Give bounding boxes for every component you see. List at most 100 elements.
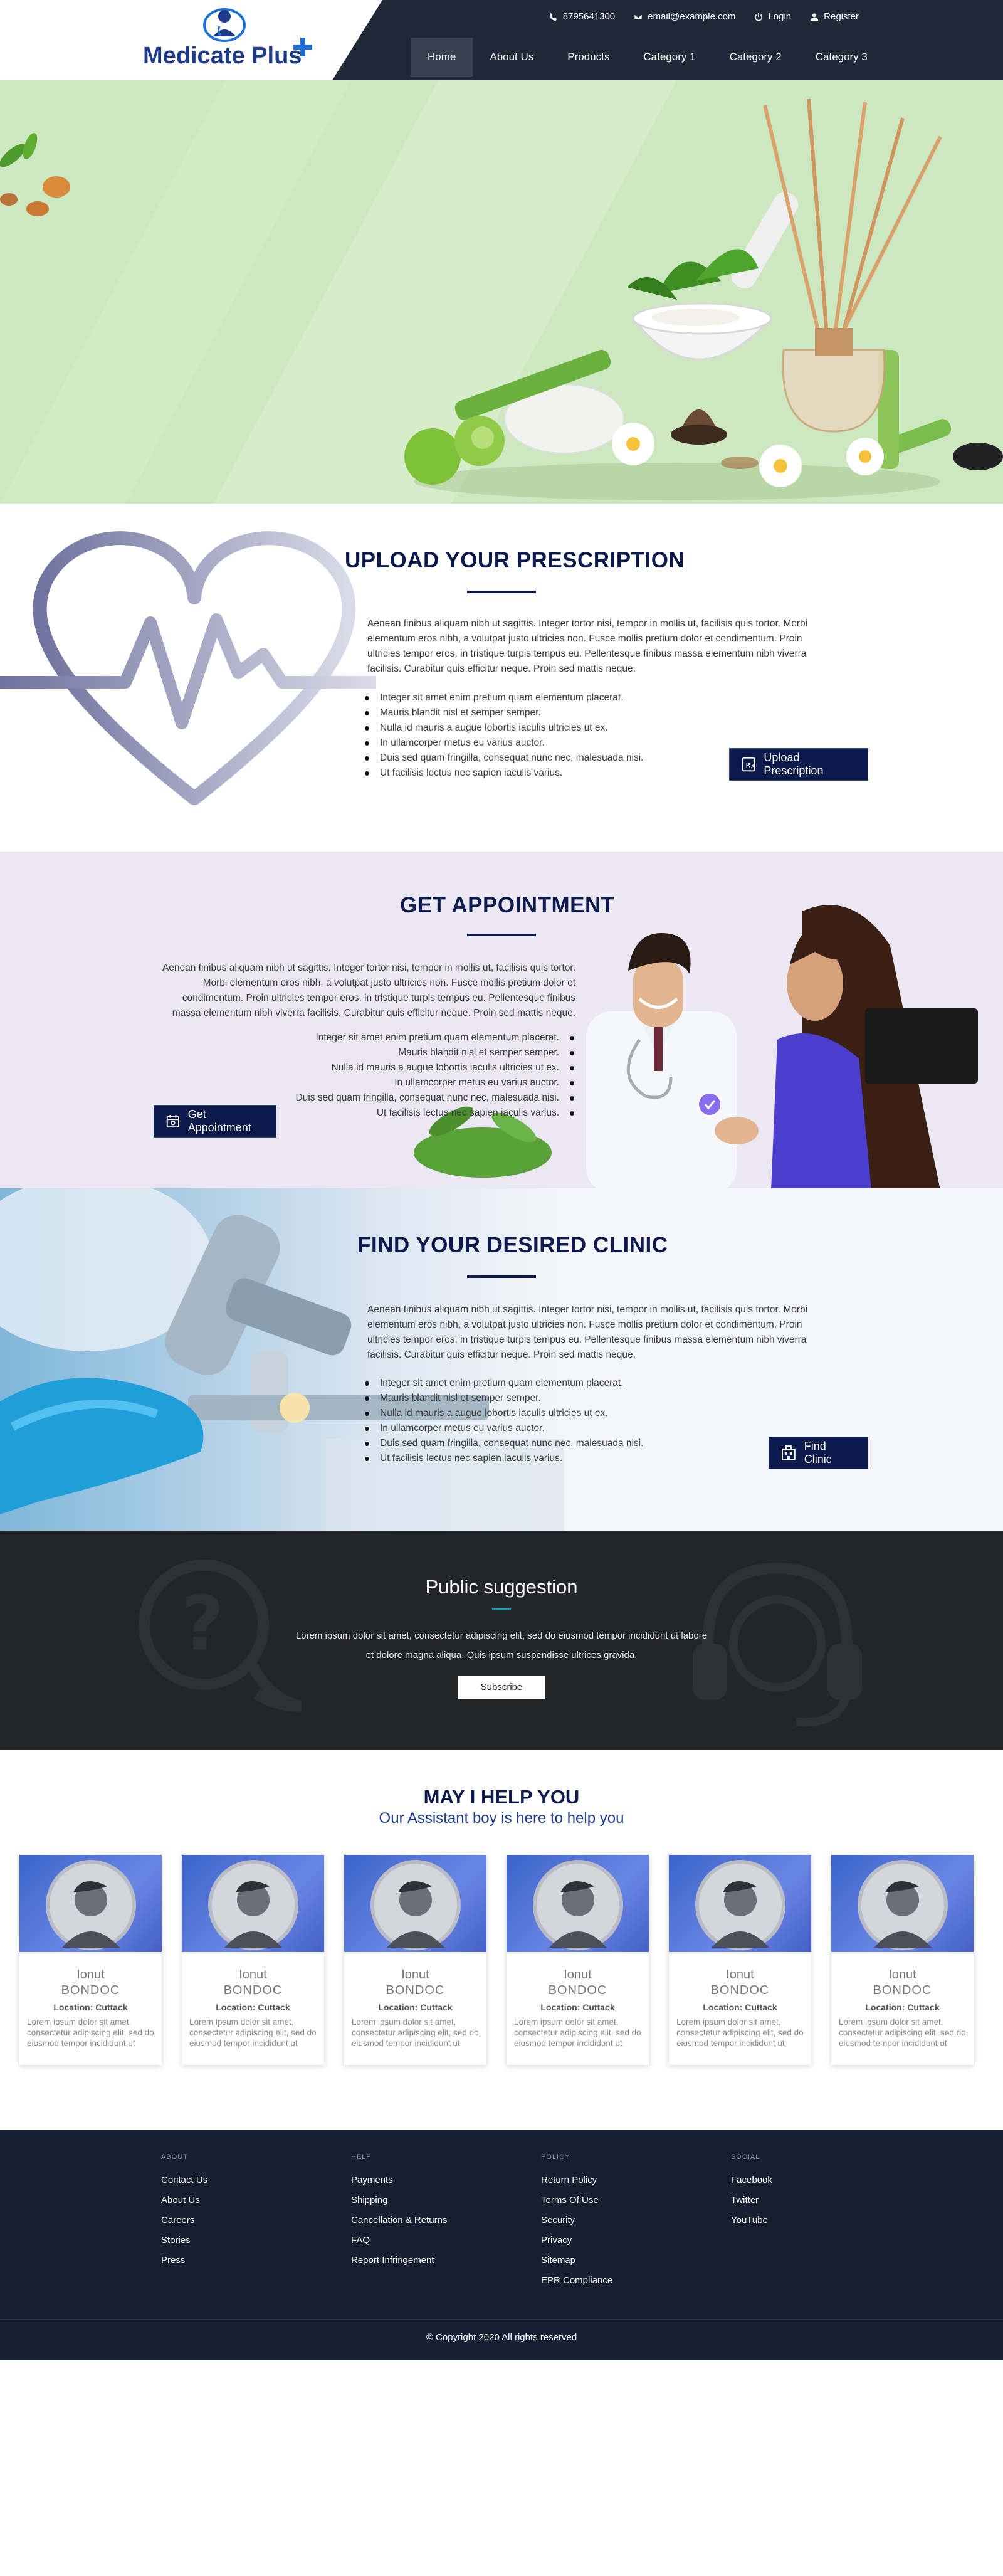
login-text: Login bbox=[768, 11, 792, 22]
clinic-paragraph: Aenean finibus aliquam nibh ut sagittis.… bbox=[367, 1304, 808, 1360]
footer-link[interactable]: Sitemap bbox=[541, 2251, 612, 2271]
email-link[interactable]: email@example.com bbox=[634, 11, 735, 22]
find-clinic-button[interactable]: Find Clinic bbox=[769, 1437, 868, 1469]
assistant-description: Lorem ipsum dolor sit amet, consectetur … bbox=[514, 2017, 641, 2048]
assistant-location: Location: Cuttack bbox=[53, 2002, 128, 2012]
calendar-icon bbox=[166, 1114, 179, 1128]
user-icon bbox=[811, 13, 819, 21]
assistant-photo bbox=[507, 1855, 649, 1952]
footer-link[interactable]: Terms Of Use bbox=[541, 2190, 612, 2210]
footer-link[interactable]: Cancellation & Returns bbox=[351, 2210, 447, 2230]
heartbeat-icon bbox=[0, 531, 376, 805]
top-contact-bar: 8795641300 email@example.com Login Regis… bbox=[549, 11, 859, 22]
mortar-and-pestle bbox=[627, 191, 799, 361]
assistant-card[interactable]: Ionut BONDOC Location: Cuttack Lorem ips… bbox=[344, 1855, 486, 2065]
prescription-section: UPLOAD YOUR PRESCRIPTION Aenean finibus … bbox=[0, 504, 1003, 852]
list-item: Integer sit amet enim pretium quam eleme… bbox=[263, 1030, 577, 1045]
assistant-cards: Ionut BONDOC Location: Cuttack Lorem ips… bbox=[19, 1855, 974, 2065]
footer-link[interactable]: Security bbox=[541, 2210, 612, 2230]
footer-heading: HELP bbox=[351, 2153, 372, 2161]
footer-link[interactable]: Facebook bbox=[731, 2170, 772, 2190]
footer-link[interactable]: EPR Compliance bbox=[541, 2271, 612, 2291]
upload-prescription-button[interactable]: Rx Upload Prescription bbox=[729, 748, 868, 781]
footer-link[interactable]: Contact Us bbox=[161, 2170, 207, 2190]
footer-link[interactable]: Careers bbox=[161, 2210, 207, 2230]
svg-text:Rx: Rx bbox=[746, 762, 755, 770]
footer-link[interactable]: Press bbox=[161, 2251, 207, 2271]
nav-products[interactable]: Products bbox=[550, 38, 626, 77]
list-item: Duis sed quam fringilla, consequat nunc … bbox=[362, 1436, 738, 1451]
list-item: Mauris blandit nisl et semper semper. bbox=[362, 1391, 738, 1406]
assistant-description: Lorem ipsum dolor sit amet, consectetur … bbox=[352, 2017, 479, 2048]
button-label: Find Clinic bbox=[804, 1440, 832, 1465]
phone-link[interactable]: 8795641300 bbox=[549, 11, 615, 22]
assistant-last-name: BONDOC bbox=[873, 1983, 932, 1997]
hospital-icon bbox=[781, 1445, 796, 1460]
assistant-description: Lorem ipsum dolor sit amet, consectetur … bbox=[27, 2017, 154, 2048]
phone-icon bbox=[549, 13, 557, 21]
envelope-icon bbox=[634, 13, 643, 20]
nav-category-1[interactable]: Category 1 bbox=[626, 38, 712, 77]
reed-diffuser bbox=[763, 98, 942, 433]
list-item: Nulla id mauris a augue lobortis iaculis… bbox=[362, 1406, 738, 1421]
list-item: Ut facilisis lectus nec sapien iaculis v… bbox=[362, 766, 738, 781]
nav-home[interactable]: Home bbox=[411, 38, 473, 77]
assistant-first-name: Ionut bbox=[564, 1968, 592, 1982]
assistant-card[interactable]: Ionut BONDOC Location: Cuttack Lorem ips… bbox=[19, 1855, 162, 2065]
assistant-photo bbox=[182, 1855, 324, 1952]
title-underline bbox=[467, 591, 536, 593]
logo[interactable]: Medicate Plus bbox=[0, 0, 382, 80]
main-nav: Home About Us Products Category 1 Catego… bbox=[411, 38, 885, 77]
list-item: Integer sit amet enim pretium quam eleme… bbox=[362, 690, 738, 705]
avatar bbox=[533, 1860, 623, 1950]
assistant-card[interactable]: Ionut BONDOC Location: Cuttack Lorem ips… bbox=[669, 1855, 811, 2065]
assistant-photo bbox=[19, 1855, 162, 1952]
nav-category-2[interactable]: Category 2 bbox=[713, 38, 799, 77]
assistant-card[interactable]: Ionut BONDOC Location: Cuttack Lorem ips… bbox=[182, 1855, 324, 2065]
assistant-card[interactable]: Ionut BONDOC Location: Cuttack Lorem ips… bbox=[507, 1855, 649, 2065]
site-footer: ABOUT Contact Us About Us Careers Storie… bbox=[0, 2130, 1003, 2360]
footer-link[interactable]: Return Policy bbox=[541, 2170, 612, 2190]
get-appointment-button[interactable]: Get Appointment bbox=[154, 1105, 276, 1138]
assistant-first-name: Ionut bbox=[401, 1968, 429, 1982]
nav-about-us[interactable]: About Us bbox=[473, 38, 550, 77]
assistant-last-name: BONDOC bbox=[710, 1983, 770, 1997]
assistant-card[interactable]: Ionut BONDOC Location: Cuttack Lorem ips… bbox=[831, 1855, 974, 2065]
footer-link[interactable]: Privacy bbox=[541, 2230, 612, 2251]
assistant-location: Location: Cuttack bbox=[703, 2002, 777, 2012]
footer-link[interactable]: Report Infringement bbox=[351, 2251, 447, 2271]
register-text: Register bbox=[824, 11, 859, 22]
footer-heading: POLICY bbox=[541, 2153, 570, 2161]
assistant-description: Lorem ipsum dolor sit amet, consectetur … bbox=[189, 2017, 317, 2048]
assistant-location: Location: Cuttack bbox=[540, 2002, 615, 2012]
footer-link[interactable]: Shipping bbox=[351, 2190, 447, 2210]
register-link[interactable]: Register bbox=[810, 11, 859, 22]
assistant-first-name: Ionut bbox=[726, 1968, 754, 1982]
login-link[interactable]: Login bbox=[754, 11, 791, 22]
footer-link[interactable]: About Us bbox=[161, 2190, 207, 2210]
assistant-photo bbox=[344, 1855, 486, 1952]
footer-link[interactable]: Payments bbox=[351, 2170, 447, 2190]
assistant-location: Location: Cuttack bbox=[865, 2002, 940, 2012]
list-item: Integer sit amet enim pretium quam eleme… bbox=[362, 1376, 738, 1391]
footer-column-social: SOCIAL Facebook Twitter YouTube bbox=[731, 2153, 772, 2230]
footer-link[interactable]: YouTube bbox=[731, 2210, 772, 2230]
doctor-logo-icon bbox=[203, 8, 246, 42]
footer-divider bbox=[0, 2319, 1003, 2320]
button-label: Upload Prescription bbox=[764, 751, 824, 777]
nav-category-3[interactable]: Category 3 bbox=[799, 38, 885, 77]
avatar bbox=[858, 1860, 948, 1950]
footer-column-help: HELP Payments Shipping Cancellation & Re… bbox=[351, 2153, 447, 2271]
list-item: Nulla id mauris a augue lobortis iaculis… bbox=[362, 721, 738, 736]
list-item: In ullamcorper metus eu varius auctor. bbox=[362, 736, 738, 751]
subscribe-button[interactable]: Subscribe bbox=[458, 1676, 545, 1699]
suggestion-section: ? Public suggestion Lorem ipsum dolor si… bbox=[0, 1531, 1003, 1750]
assistant-photo bbox=[669, 1855, 811, 1952]
avatar bbox=[695, 1860, 785, 1950]
list-item: In ullamcorper metus eu varius auctor. bbox=[362, 1421, 738, 1436]
footer-link[interactable]: Stories bbox=[161, 2230, 207, 2251]
footer-link[interactable]: Twitter bbox=[731, 2190, 772, 2210]
list-item: Duis sed quam fringilla, consequat nunc … bbox=[362, 751, 738, 766]
appointment-title: GET APPOINTMENT bbox=[400, 893, 615, 917]
footer-link[interactable]: FAQ bbox=[351, 2230, 447, 2251]
